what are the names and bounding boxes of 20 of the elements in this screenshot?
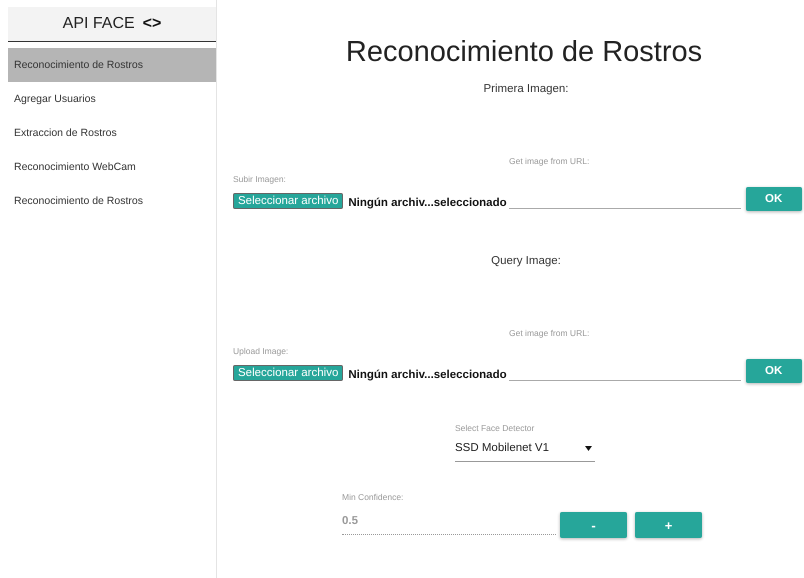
file-status: Ningún archiv...seleccionado bbox=[348, 369, 507, 381]
sidebar-item[interactable]: Extraccion de Rostros bbox=[8, 116, 216, 150]
detector-label: Select Face Detector bbox=[455, 423, 536, 433]
page-title: Reconocimiento de Rostros bbox=[344, 36, 704, 69]
dropdown-icon bbox=[585, 446, 592, 450]
section-heading: Query Image: bbox=[490, 255, 562, 267]
url-label: Get image from URL: bbox=[509, 328, 590, 338]
sidebar-item[interactable]: Reconocimiento WebCam bbox=[8, 150, 216, 184]
confidence-label: Min Confidence: bbox=[342, 492, 404, 502]
url-label: Get image from URL: bbox=[509, 156, 590, 166]
sidebar-item[interactable]: Reconocimiento de Rostros bbox=[8, 184, 216, 218]
upload-label: Upload Image: bbox=[233, 346, 290, 356]
section-heading: Primera Imagen: bbox=[482, 83, 570, 95]
detector-select[interactable]: SSD Mobilenet V1 bbox=[455, 435, 595, 462]
app-title: API FACE bbox=[62, 15, 135, 33]
file-status: Ningún archiv...seleccionado bbox=[348, 197, 507, 209]
sidebar-item[interactable]: Reconocimiento de Rostros bbox=[8, 48, 216, 82]
sidebar-item[interactable]: Agregar Usuarios bbox=[8, 82, 216, 116]
upload-label: Subir Imagen: bbox=[233, 174, 287, 184]
collapse-toggle[interactable]: <> bbox=[142, 15, 162, 33]
